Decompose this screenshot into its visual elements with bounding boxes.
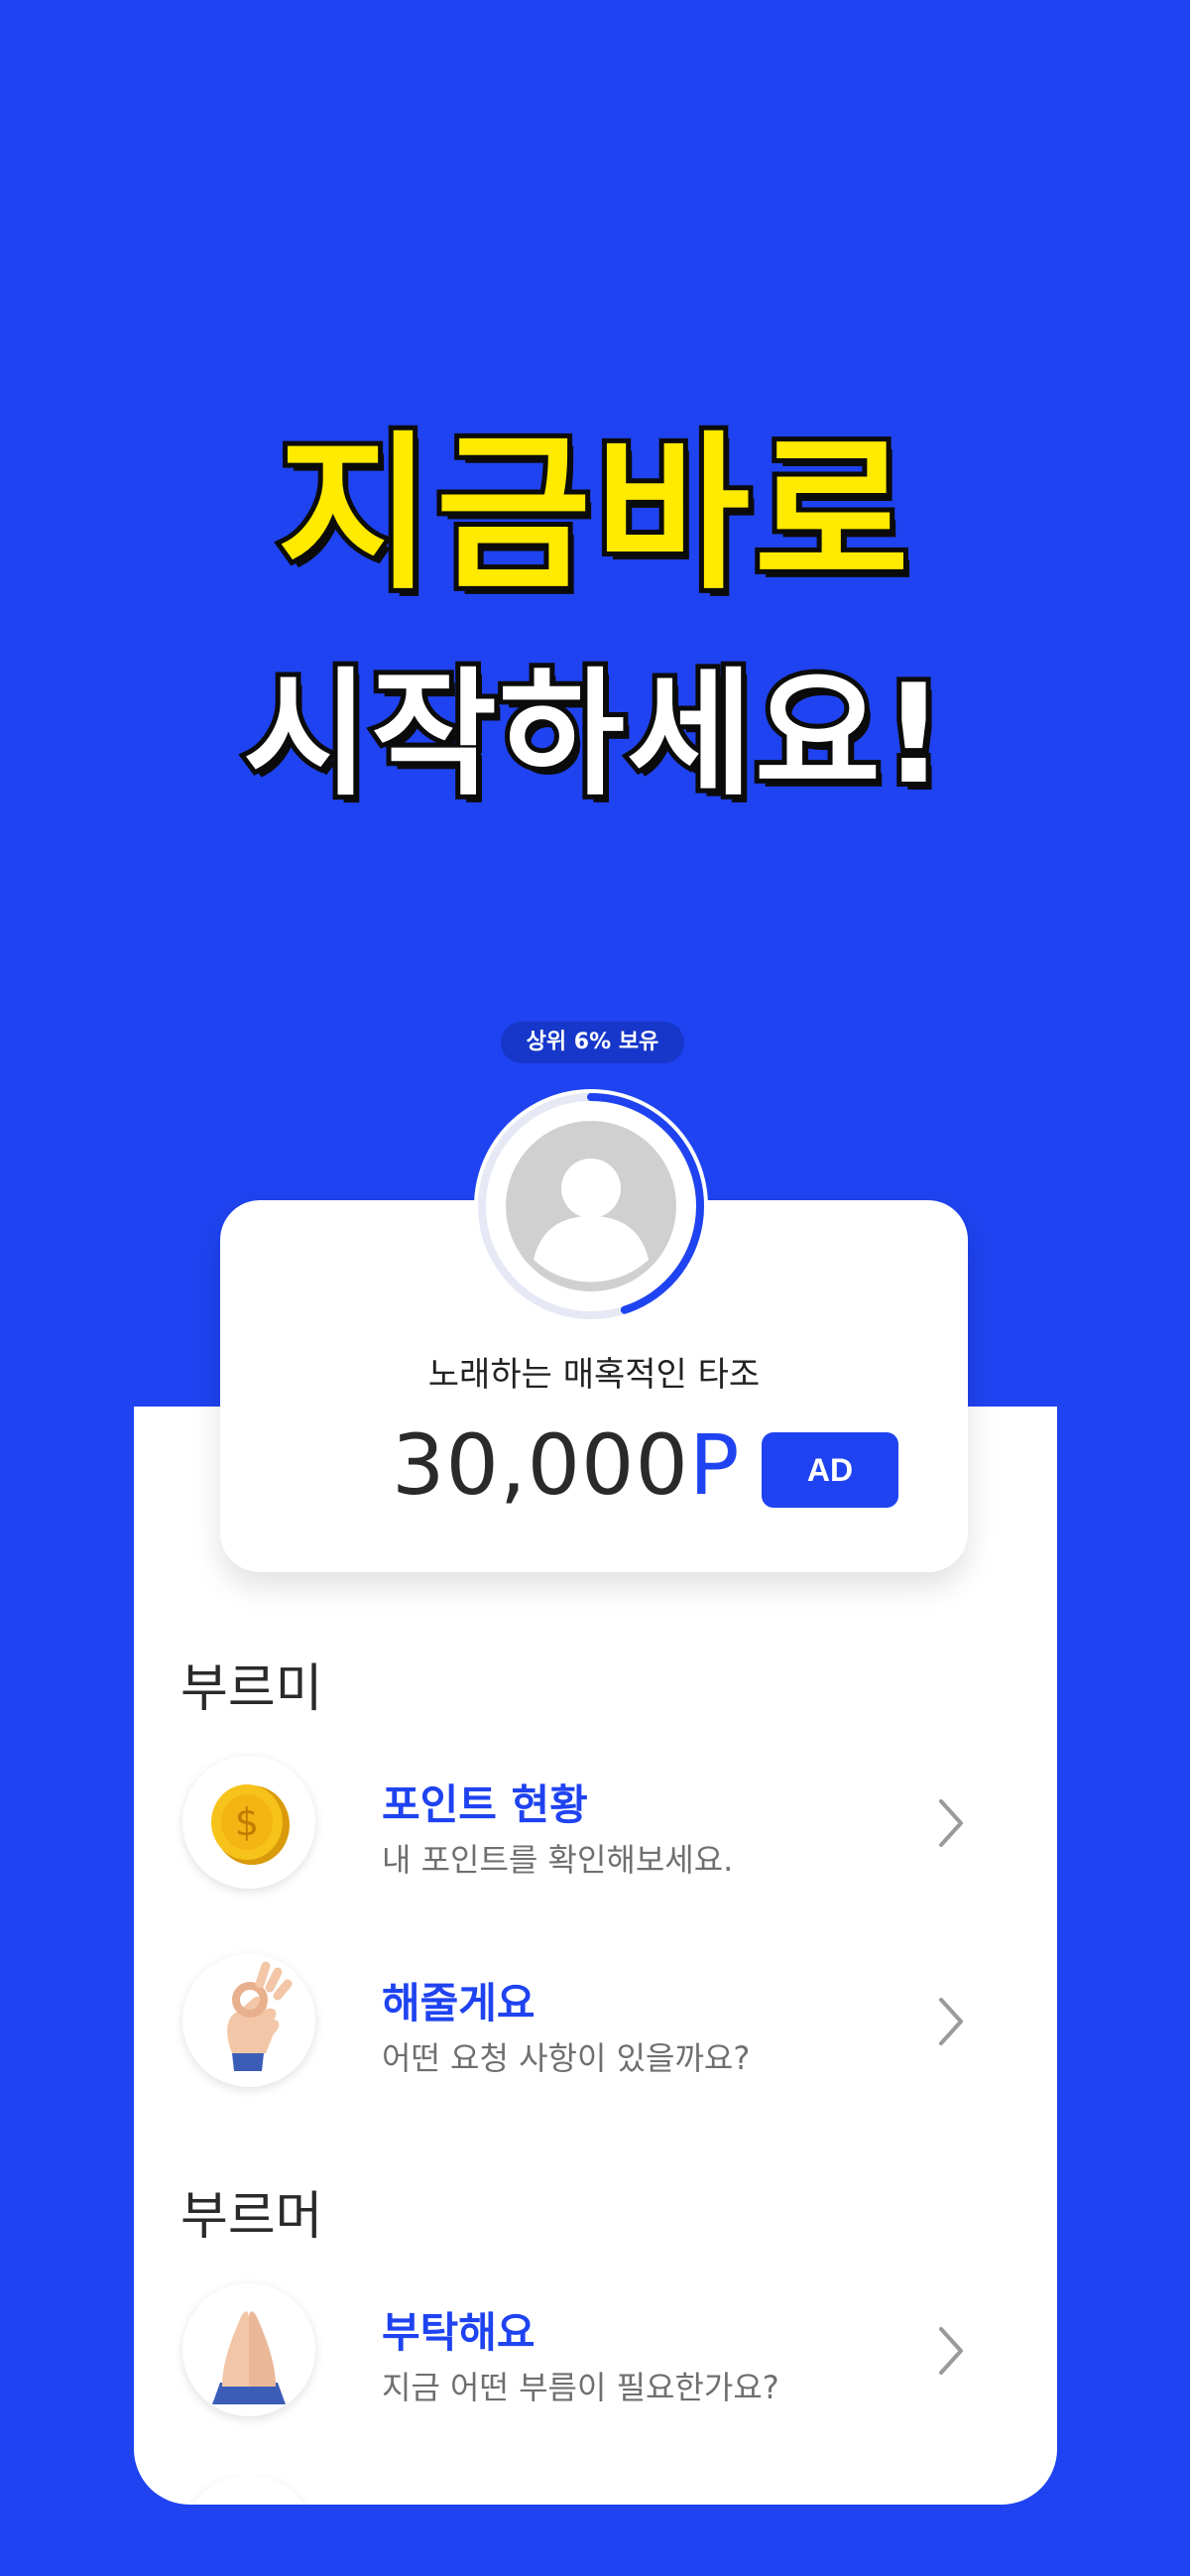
points-value: 30,000 <box>392 1416 689 1514</box>
ok-hand-icon <box>182 1954 315 2087</box>
menu-item-desc: 어떤 요청 사항이 있을까요? <box>382 2039 751 2077</box>
promo-headline-line1: 지금바로 <box>272 412 914 618</box>
menu-item-request[interactable]: 부탁해요 지금 어떤 부름이 필요한가요? <box>180 2283 974 2422</box>
points-balance: 30,000P <box>392 1416 741 1514</box>
chevron-right-icon <box>939 1998 963 2045</box>
next-item-icon-partial <box>182 2475 315 2505</box>
avatar-progress-ring <box>478 1093 704 1319</box>
avatar[interactable] <box>474 1089 708 1323</box>
menu-item-desc: 지금 어떤 부름이 필요한가요? <box>382 2369 779 2406</box>
praying-hands-icon <box>182 2283 315 2416</box>
menu-item-title: 해줄게요 <box>382 1979 536 2027</box>
menu-item-will-do[interactable]: 해줄게요 어떤 요청 사항이 있을까요? <box>180 1954 974 2093</box>
points-unit: P <box>688 1416 741 1514</box>
nickname: 노래하는 매혹적인 타조 <box>427 1355 761 1395</box>
chevron-right-icon <box>939 1799 963 1847</box>
section-title-burumeo: 부르머 <box>180 2187 323 2247</box>
chevron-right-icon <box>939 2327 963 2375</box>
ad-button[interactable]: AD <box>762 1432 898 1508</box>
menu-item-point-status[interactable]: $ 포인트 현황 내 포인트를 확인해보세요. <box>180 1756 974 1895</box>
menu-item-title: 포인트 현황 <box>382 1780 588 1829</box>
promo-headline-line2: 시작하세요! <box>238 650 950 819</box>
section-title-burumi: 부르미 <box>180 1659 323 1719</box>
menu-item-title: 부탁해요 <box>382 2308 536 2357</box>
svg-text:$: $ <box>235 1800 259 1844</box>
coin-icon: $ <box>182 1756 315 1889</box>
rank-badge: 상위 6% 보유 <box>501 1022 684 1063</box>
menu-item-desc: 내 포인트를 확인해보세요. <box>382 1841 734 1879</box>
